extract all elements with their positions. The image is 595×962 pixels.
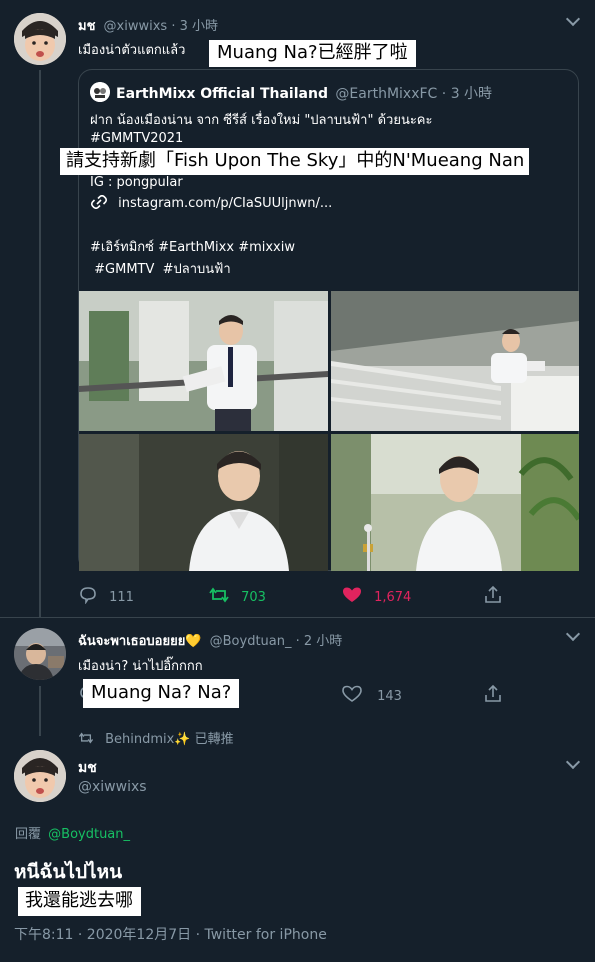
quoted-link-row[interactable]: instagram.com/p/CIaSUUljnwn/... [90,194,332,211]
tweet2-handle[interactable]: @Boydtuan_ [210,634,292,649]
quoted-translation-overlay: 請支持新劇「Fish Upon The Sky」中的N'Mueang Nan [60,148,530,175]
heart-filled-icon [343,587,361,602]
tweet2-header: ฉันจะพาเธอบอยยย💛 @Boydtuan_ · 2 小時 [78,630,342,651]
tweet3-handle[interactable]: @xiwwixs [78,779,147,795]
tweet2-author-name[interactable]: ฉันจะพาเธอบอยยย💛 [78,634,202,649]
retweet-small-icon [78,732,94,744]
quoted-avatar-logo-icon [90,82,110,102]
quoted-text-line1: ฝาก น้องเมืองน่าน จาก ซีรีส์ เรื่องใหม่ … [90,113,433,128]
tweet1-menu-chevron-icon[interactable] [565,11,581,27]
tweet3-author-name[interactable]: มช [78,757,97,779]
share-icon [485,684,501,702]
avatar-face-icon [14,750,66,802]
reply-icon [80,587,96,605]
thread-line-2 [39,686,41,736]
photo-1[interactable] [79,291,328,431]
tweet3-reply-to[interactable]: @Boydtuan_ [48,827,130,842]
retweet-count: 703 [241,590,266,605]
quoted-time: · 3 小時 [441,86,493,102]
reply-action[interactable]: 111 [78,586,134,605]
quoted-header: EarthMixx Official Thailand @EarthMixxFC… [116,83,492,103]
tweet3-text: หนีฉันไปไหน [14,861,123,883]
tweet2-text: เมืองน่า? น่าไปอิ๊กกกก [78,659,203,674]
quoted-tags1: #เอิร์ทมิกซ์ #EarthMixx #mixxiw [90,240,295,255]
quoted-text-ig: IG : pongpular [90,175,183,190]
thread-line-1 [39,70,41,618]
tweet1-header: มช @xiwwixs · 3 小時 [78,15,218,36]
quoted-link[interactable]: instagram.com/p/CIaSUUljnwn/... [118,196,332,211]
tweet1-translation-overlay: Muang Na?已經胖了啦 [209,40,416,67]
avatar-boydtuan[interactable] [14,628,66,680]
quoted-text-line2: #GMMTV2021 [90,131,184,146]
tweet3-menu-chevron-icon[interactable] [565,754,581,770]
photo-2[interactable] [331,291,579,431]
tweet3-meta: 下午8:11 · 2020年12月7日 · Twitter for iPhone [14,927,327,943]
photo-2-image [331,291,579,431]
quoted-avatar[interactable] [90,82,110,102]
tweet2-share-action[interactable] [483,684,503,708]
photo-1-image [79,291,328,431]
separator-1 [0,617,595,618]
retweet-icon [209,587,229,603]
quoted-author-name[interactable]: EarthMixx Official Thailand [116,86,328,102]
tweet2-like-count: 143 [377,689,402,704]
tweet2-time[interactable]: · 2 小時 [296,634,343,649]
photo-3[interactable] [79,434,328,571]
tweet1-author-name[interactable]: มช [78,19,95,34]
tweet3-translation-overlay: 我還能逃去哪 [18,887,141,916]
avatar-xiwwixs-2[interactable] [14,750,66,802]
tweet3-reply-prefix: 回覆 [15,827,42,842]
tweet2-like-action[interactable]: 143 [342,685,402,704]
avatar-photo-icon [14,628,66,680]
tweet3-reply-line: 回覆 @Boydtuan_ [15,823,130,842]
tweet1-handle[interactable]: @xiwwixs [104,19,168,34]
photo-4-image [331,434,579,571]
retweet-note: Behindmix✨ 已轉推 [78,728,234,747]
photo-4[interactable] [331,434,579,571]
share-icon [485,585,501,603]
tweet1-time[interactable]: · 3 小時 [171,19,218,34]
avatar-xiwwixs[interactable] [14,13,66,65]
share-action[interactable] [483,585,503,609]
quoted-tags2: #GMMTV #ปลาบนฟ้า [90,262,231,277]
photo-3-image [79,434,328,571]
retweet-action[interactable]: 703 [208,586,266,605]
heart-outline-icon [342,685,362,702]
link-icon [90,194,108,210]
quoted-handle[interactable]: @EarthMixxFC [335,86,437,102]
retweet-note-text[interactable]: Behindmix✨ 已轉推 [105,732,234,747]
like-action[interactable]: 1,674 [342,586,411,605]
tweet2-translation-overlay: Muang Na? Na? [83,679,240,708]
avatar-face-icon [14,13,66,65]
like-count: 1,674 [374,590,412,605]
tweet1-text: เมืองน่าตัวแตกแล้ว [78,43,186,58]
reply-count: 111 [109,590,134,605]
tweet2-menu-chevron-icon[interactable] [565,626,581,642]
